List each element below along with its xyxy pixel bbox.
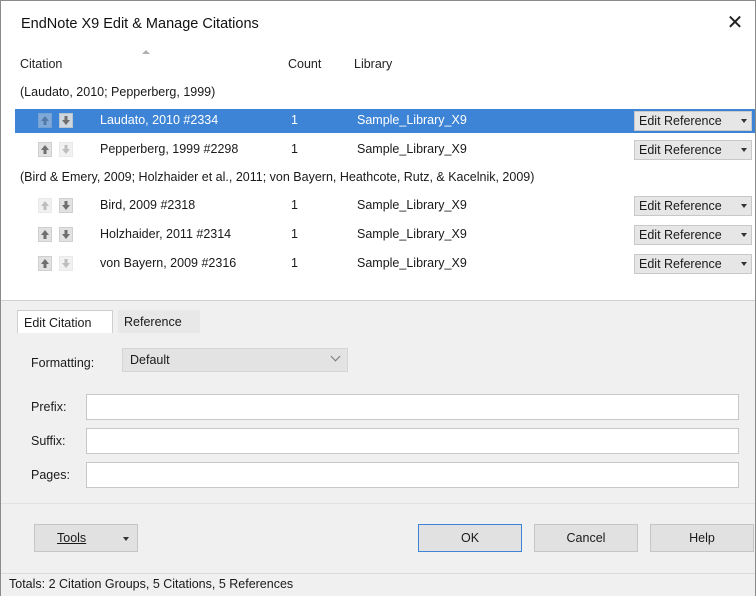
edit-reference-button[interactable]: Edit Reference xyxy=(634,111,752,131)
citation-text: von Bayern, 2009 #2316 xyxy=(100,256,237,270)
tab-edit-citation[interactable]: Edit Citation xyxy=(17,310,113,334)
pages-field[interactable] xyxy=(86,462,739,488)
tools-button[interactable]: Tools xyxy=(34,524,138,552)
manage-citations-dialog: EndNote X9 Edit & Manage Citations ✕ Cit… xyxy=(0,0,756,596)
citation-count: 1 xyxy=(291,198,298,212)
chevron-down-icon xyxy=(741,148,747,152)
chevron-down-icon xyxy=(741,262,747,266)
citation-group[interactable]: (Laudato, 2010; Pepperberg, 1999) xyxy=(20,85,215,99)
sort-caret-icon xyxy=(142,50,150,54)
formatting-select[interactable]: Default xyxy=(122,348,348,372)
edit-reference-button[interactable]: Edit Reference xyxy=(634,196,752,216)
button-bar: Tools OK Cancel Help xyxy=(1,503,755,574)
edit-reference-button[interactable]: Edit Reference xyxy=(634,225,752,245)
pages-label: Pages: xyxy=(31,468,70,482)
citation-row[interactable]: Bird, 2009 #2318 1 Sample_Library_X9 Edit R… xyxy=(15,194,755,218)
move-down-icon[interactable] xyxy=(59,198,73,213)
move-up-icon[interactable] xyxy=(38,142,52,157)
citation-row[interactable]: von Bayern, 2009 #2316 1 Sample_Library_X9… xyxy=(15,252,755,276)
close-icon[interactable]: ✕ xyxy=(721,9,749,37)
edit-reference-label: Edit Reference xyxy=(639,143,722,157)
move-up-icon[interactable] xyxy=(38,198,52,213)
cancel-button[interactable]: Cancel xyxy=(534,524,638,552)
title-bar: EndNote X9 Edit & Manage Citations ✕ xyxy=(1,1,755,45)
citation-count: 1 xyxy=(291,113,298,127)
formatting-label: Formatting: xyxy=(31,356,95,370)
edit-reference-label: Edit Reference xyxy=(639,199,722,213)
chevron-down-icon xyxy=(123,537,129,541)
library-name: Sample_Library_X9 xyxy=(357,256,467,270)
citation-count: 1 xyxy=(291,227,298,241)
library-name: Sample_Library_X9 xyxy=(357,198,467,212)
move-down-icon[interactable] xyxy=(59,142,73,157)
citation-count: 1 xyxy=(291,256,298,270)
suffix-field[interactable] xyxy=(86,428,739,454)
citation-text: Bird, 2009 #2318 xyxy=(100,198,196,212)
citation-text: Pepperberg, 1999 #2298 xyxy=(100,142,239,156)
chevron-down-icon xyxy=(741,119,747,123)
citation-group[interactable]: (Bird & Emery, 2009; Holzhaider et al., … xyxy=(20,170,534,184)
chevron-down-icon xyxy=(741,233,747,237)
library-name: Sample_Library_X9 xyxy=(357,113,467,127)
tools-label: Tools xyxy=(57,531,87,545)
column-header-citation[interactable]: Citation xyxy=(20,57,62,71)
edit-reference-button[interactable]: Edit Reference xyxy=(634,254,752,274)
library-name: Sample_Library_X9 xyxy=(357,227,467,241)
citation-text: Holzhaider, 2011 #2314 xyxy=(100,227,232,241)
move-down-icon[interactable] xyxy=(59,256,73,271)
edit-reference-label: Edit Reference xyxy=(639,114,722,128)
column-header-count[interactable]: Count xyxy=(288,57,321,71)
suffix-label: Suffix: xyxy=(31,434,66,448)
citation-count: 1 xyxy=(291,142,298,156)
edit-reference-button[interactable]: Edit Reference xyxy=(634,140,752,160)
column-header-library[interactable]: Library xyxy=(354,57,392,71)
help-button[interactable]: Help xyxy=(650,524,754,552)
move-down-icon[interactable] xyxy=(59,113,73,128)
edit-reference-label: Edit Reference xyxy=(639,257,722,271)
chevron-down-icon xyxy=(741,204,747,208)
move-down-icon[interactable] xyxy=(59,227,73,242)
status-bar: Totals: 2 Citation Groups, 5 Citations, … xyxy=(1,573,755,596)
dialog-title: EndNote X9 Edit & Manage Citations xyxy=(21,16,259,32)
citation-text: Laudato, 2010 #2334 xyxy=(100,113,219,127)
move-up-icon[interactable] xyxy=(38,256,52,271)
move-up-icon[interactable] xyxy=(38,227,52,242)
edit-reference-label: Edit Reference xyxy=(639,228,722,242)
move-up-icon[interactable] xyxy=(38,113,52,128)
formatting-value: Default xyxy=(130,353,170,367)
chevron-down-icon xyxy=(330,351,341,362)
ok-button[interactable]: OK xyxy=(418,524,522,552)
citation-editor-panel: Edit Citation Reference Formatting: Defa… xyxy=(1,301,755,574)
prefix-field[interactable] xyxy=(86,394,739,420)
citation-row[interactable]: Laudato, 2010 #2334 1 Sample_Library_X9 Edi… xyxy=(15,109,755,133)
library-name: Sample_Library_X9 xyxy=(357,142,467,156)
citation-row[interactable]: Holzhaider, 2011 #2314 1 Sample_Library_X9… xyxy=(15,223,755,247)
tab-reference[interactable]: Reference xyxy=(118,310,200,334)
prefix-label: Prefix: xyxy=(31,400,67,414)
citation-row[interactable]: Pepperberg, 1999 #2298 1 Sample_Library_X9… xyxy=(15,138,755,162)
status-text: Totals: 2 Citation Groups, 5 Citations, … xyxy=(9,577,294,591)
edit-citation-panel: Formatting: Default Prefix: Suffix: Page… xyxy=(17,333,755,503)
